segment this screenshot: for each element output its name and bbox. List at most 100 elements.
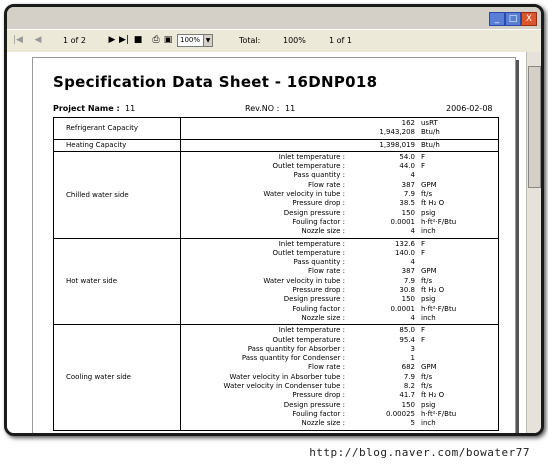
spec-value: 41.7 xyxy=(399,391,415,400)
spec-label: Outlet temperature : xyxy=(272,248,346,257)
spec-value: 7.9 xyxy=(403,276,415,285)
spec-section: Heating Capacity 1,398,019 Btu/h xyxy=(53,138,499,152)
spec-row: Nozzle size : 4 inch xyxy=(181,227,498,236)
spec-label xyxy=(181,119,349,128)
spec-row: Design pressure : 150 psig xyxy=(181,295,498,304)
spec-label: Pass quantity for Absorber : xyxy=(247,344,345,353)
section-values: Inlet temperature :132.6 F Outlet temperat… xyxy=(180,237,499,326)
spec-label: Outlet temperature : xyxy=(272,335,346,344)
project-value: 11 xyxy=(125,104,136,113)
first-page-icon[interactable]: |◀ xyxy=(13,35,23,45)
blog-watermark: http://blog.naver.com/bowater77 xyxy=(309,446,530,459)
spec-unit: F xyxy=(421,335,426,344)
zoom-value: 100% xyxy=(180,36,201,44)
spec-value: 682 xyxy=(401,363,415,372)
spec-unit: inch xyxy=(421,313,436,322)
spec-label: Flow rate : xyxy=(307,180,345,189)
vertical-scrollbar[interactable] xyxy=(526,52,541,433)
spec-value: 4 xyxy=(410,258,415,267)
page-indicator: 1 of 2 xyxy=(63,36,86,45)
spec-unit: F xyxy=(421,239,426,248)
spec-value: 8.2 xyxy=(403,382,415,391)
spec-row: Pressure drop : 30.8 ft H₂ O xyxy=(181,286,498,295)
spec-label: Pass quantity : xyxy=(293,258,345,267)
percent-indicator: 100% xyxy=(283,36,306,45)
spec-unit: inch xyxy=(421,227,436,236)
scrollbar-thumb[interactable] xyxy=(528,66,541,188)
spec-value: 0.0001 xyxy=(390,304,416,313)
section-label: Chilled water side xyxy=(53,150,181,239)
spec-label: Water velocity in tube : xyxy=(263,190,345,199)
spec-row: Inlet temperature : 132.6 F xyxy=(181,240,498,249)
spec-unit: Btu/h xyxy=(421,128,440,137)
spec-unit: GPM xyxy=(421,363,437,372)
spec-label: Inlet temperature : xyxy=(278,326,345,335)
close-button[interactable]: X xyxy=(521,12,537,26)
spec-row: Water velocity in Absorber tube : 7.9 ft/s xyxy=(181,373,498,382)
last-page-icon[interactable]: ▶| xyxy=(119,35,129,45)
spec-section: Cooling water side Inlet temperature : 85.… xyxy=(53,324,499,431)
section-values: 162 usRT 1,943,208 Btu/h xyxy=(180,117,499,140)
spec-value: 7.9 xyxy=(403,372,415,381)
export-icon[interactable]: ▣ xyxy=(163,35,173,45)
document-date: 2006-02-08 xyxy=(446,104,493,113)
spec-value: 150 xyxy=(401,295,415,304)
spec-value: 150 xyxy=(401,208,415,217)
spec-value: 1 xyxy=(410,354,415,363)
spec-unit: ft H₂ O xyxy=(421,391,445,400)
page-title: Specification Data Sheet - 16DNP018 xyxy=(53,73,378,91)
print-icon[interactable]: ⎙ xyxy=(151,35,161,45)
spec-value: 150 xyxy=(401,400,415,409)
spec-row: Pressure drop : 41.7 ft H₂ O xyxy=(181,391,498,400)
report-viewer-window: _ □ X |◀ ◀ 1 of 2 ▶ ▶| ■ ⎙ ▣ 100% ▼ Tota… xyxy=(4,4,544,436)
spec-label: Water velocity in tube : xyxy=(263,276,345,285)
spec-row: Water velocity in tube : 7.9 ft/s xyxy=(181,190,498,199)
spec-unit: ft H₂ O xyxy=(421,286,445,295)
spec-row: Flow rate : 387 GPM xyxy=(181,181,498,190)
zoom-select[interactable]: 100% ▼ xyxy=(177,34,213,47)
spec-value: 4 xyxy=(410,313,415,322)
spec-row: Inlet temperature : 54.0 F xyxy=(181,153,498,162)
spec-label: Pressure drop : xyxy=(292,286,345,295)
spec-label: Pass quantity for Condenser : xyxy=(241,354,345,363)
spec-label xyxy=(181,141,349,150)
section-label: Cooling water side xyxy=(53,324,181,431)
spec-unit: GPM xyxy=(421,267,437,276)
spec-label: Water velocity in Condenser tube : xyxy=(223,382,345,391)
spec-row: Outlet temperature : 95.4 F xyxy=(181,336,498,345)
section-label: Hot water side xyxy=(53,237,181,326)
spec-unit: F xyxy=(421,248,426,257)
spec-row: Nozzle size : 5 inch xyxy=(181,419,498,428)
spec-value: 132.6 xyxy=(394,239,415,248)
spec-row: Inlet temperature : 85.0 F xyxy=(181,326,498,335)
maximize-button[interactable]: □ xyxy=(505,12,521,26)
spec-value: 4 xyxy=(410,171,415,180)
spec-value: 54.0 xyxy=(399,152,415,161)
spec-section: Refrigerant Capacity 162 usRT 1,943,208 Btu/… xyxy=(53,117,499,140)
spec-row: Fouling factor : 0.0001 h·ft²·F/Btu xyxy=(181,218,498,227)
spec-label: Fouling factor : xyxy=(292,304,345,313)
spec-unit: F xyxy=(421,162,426,171)
rev-label: Rev.NO : xyxy=(245,104,280,113)
spec-row: Design pressure : 150 psig xyxy=(181,401,498,410)
title-bar: _ □ X xyxy=(7,7,541,27)
spec-table: Refrigerant Capacity 162 usRT 1,943,208 Btu/… xyxy=(53,117,499,431)
minimize-button[interactable]: _ xyxy=(489,12,505,26)
spec-label: Inlet temperature : xyxy=(278,152,345,161)
stop-icon[interactable]: ■ xyxy=(133,35,143,45)
viewer-toolbar: |◀ ◀ 1 of 2 ▶ ▶| ■ ⎙ ▣ 100% ▼ Total: 100… xyxy=(7,29,541,53)
spec-unit: F xyxy=(421,326,426,335)
spec-label: Design pressure : xyxy=(283,400,345,409)
spec-unit: GPM xyxy=(421,180,437,189)
next-page-icon[interactable]: ▶ xyxy=(107,35,117,45)
spec-value: 1,943,208 xyxy=(379,128,415,137)
spec-unit: ft/s xyxy=(421,276,433,285)
spec-label: Design pressure : xyxy=(283,208,345,217)
spec-label: Pass quantity : xyxy=(293,171,345,180)
spec-label xyxy=(181,128,349,137)
spec-section: Hot water side Inlet temperature :132.6 F O… xyxy=(53,237,499,326)
spec-label: Nozzle size : xyxy=(301,419,345,428)
spec-unit: h·ft²·F/Btu xyxy=(421,409,457,418)
spec-row: Flow rate : 387 GPM xyxy=(181,267,498,276)
prev-page-icon[interactable]: ◀ xyxy=(33,35,43,45)
